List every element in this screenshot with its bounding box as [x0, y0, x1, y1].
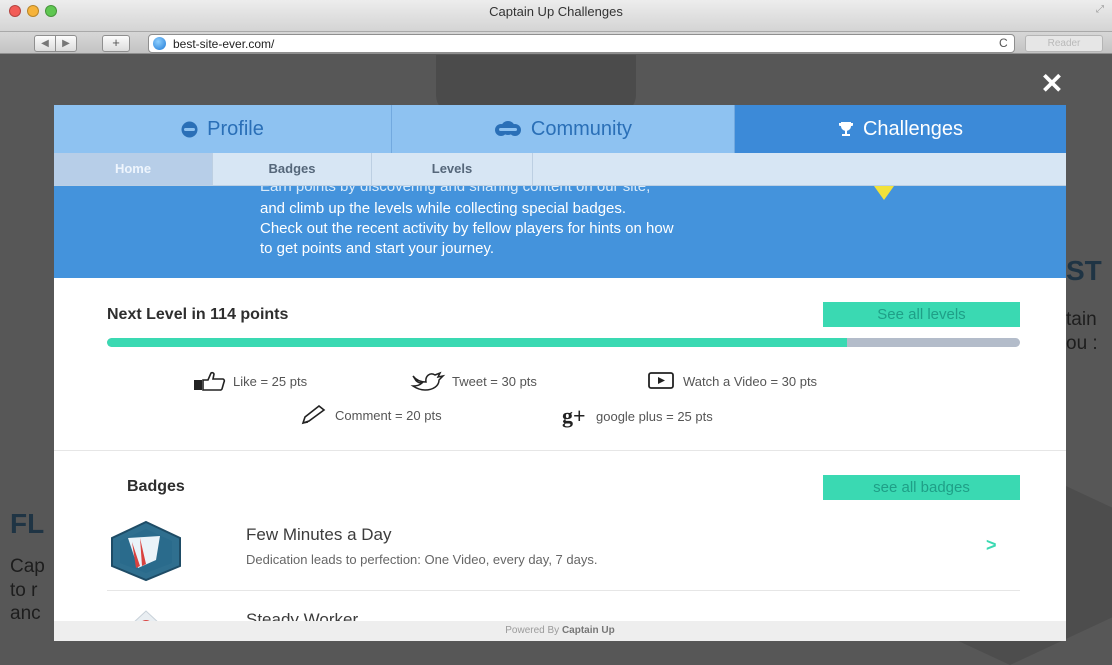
reload-icon[interactable]: C: [999, 36, 1008, 50]
intro-line-2: and climb up the levels while collecting…: [260, 200, 627, 217]
badge-name: Few Minutes a Day: [246, 525, 392, 544]
challenges-modal: Profile Community Challenges Home Badges…: [54, 105, 1066, 641]
fullscreen-icon[interactable]: ⤢: [1096, 4, 1104, 15]
points-video-label: Watch a Video = 30 pts: [683, 373, 818, 389]
points-like-label: Like = 25 pts: [233, 373, 308, 389]
points-comment: Comment = 20 pts: [299, 405, 442, 425]
subtab-badges[interactable]: Badges: [213, 153, 372, 185]
see-all-badges-button[interactable]: see all badges: [823, 475, 1020, 500]
badge-steady-worker-icon: [134, 610, 158, 621]
tab-community[interactable]: Community: [392, 105, 735, 153]
footer-brand[interactable]: Captain Up: [562, 625, 615, 636]
background-text-left-2: to r: [10, 580, 38, 601]
badges-title: Badges: [127, 478, 185, 495]
tab-profile[interactable]: Profile: [54, 105, 392, 153]
next-level-title: Next Level in 114 points: [107, 306, 289, 323]
badge-few-minutes-icon: [111, 520, 181, 582]
google-plus-icon: g+: [562, 403, 586, 428]
forward-button[interactable]: ▶: [55, 35, 77, 52]
points-tweet: Tweet = 30 pts: [410, 371, 537, 391]
chevron-right-icon[interactable]: >: [986, 535, 997, 556]
badge-divider: [107, 590, 1020, 591]
intro-line-1: Earn points by discovering and sharing c…: [260, 186, 651, 195]
pencil-icon: [301, 405, 326, 425]
background-text-right-2: ou :: [1066, 333, 1098, 354]
globe-icon: [153, 37, 166, 50]
reader-button[interactable]: Reader: [1025, 35, 1103, 52]
browser-toolbar: ◀ ▶ + best-site-ever.com/ C Reader: [0, 32, 1112, 54]
subtab-levels[interactable]: Levels: [372, 153, 533, 185]
add-bookmark-button[interactable]: +: [102, 35, 130, 52]
window-title: Captain Up Challenges: [489, 4, 623, 19]
back-button[interactable]: ◀: [34, 35, 56, 52]
section-divider: [54, 450, 1066, 451]
intro-banner: Earn points by discovering and sharing c…: [54, 186, 1066, 278]
background-text-left-3: anc: [10, 603, 41, 624]
trophy-icon: [838, 122, 853, 136]
badge-name: Steady Worker: [246, 610, 359, 621]
window-titlebar: Captain Up Challenges ⤢: [0, 0, 1112, 32]
background-heading-left: FL: [10, 508, 45, 539]
points-google-plus: g+ google plus = 25 pts: [562, 403, 713, 429]
main-tabs: Profile Community Challenges: [54, 105, 1066, 153]
badge-item[interactable]: Few Minutes a Day Dedication leads to pe…: [54, 515, 1066, 590]
profile-icon: [181, 121, 198, 137]
badge-item[interactable]: Steady Worker: [54, 595, 1066, 621]
points-comment-label: Comment = 20 pts: [335, 407, 442, 423]
points-video: Watch a Video = 30 pts: [647, 371, 817, 391]
powered-by-footer: Powered By Captain Up: [54, 621, 1066, 641]
tab-profile-label: Profile: [207, 117, 264, 140]
close-modal-button[interactable]: ✕: [1038, 70, 1066, 98]
background-heading-right: ST: [1066, 255, 1102, 286]
level-progress-fill: [107, 338, 847, 347]
intro-line-4: to get points and start your journey.: [260, 240, 495, 257]
sub-tabs: Home Badges Levels: [54, 153, 1066, 186]
url-text[interactable]: best-site-ever.com/: [173, 37, 274, 51]
play-video-icon: [648, 372, 674, 389]
twitter-bird-icon: [410, 371, 446, 391]
tab-community-label: Community: [530, 117, 633, 140]
subtab-home[interactable]: Home: [54, 153, 213, 185]
intro-line-3: Check out the recent activity by fellow …: [260, 220, 674, 237]
thumbs-up-icon: [194, 371, 226, 391]
tab-challenges-label: Challenges: [862, 117, 964, 140]
flag-icon: [874, 186, 894, 200]
background-text-right-1: tain: [1066, 309, 1097, 330]
level-progress-bar: [107, 338, 1020, 347]
tab-challenges[interactable]: Challenges: [735, 105, 1066, 153]
points-like: Like = 25 pts: [193, 371, 307, 391]
footer-prefix: Powered By: [505, 625, 560, 636]
points-tweet-label: Tweet = 30 pts: [452, 373, 537, 389]
badge-description: Dedication leads to perfection: One Vide…: [246, 552, 598, 567]
points-google-plus-label: google plus = 25 pts: [596, 408, 713, 424]
background-text-left-1: Cap: [10, 556, 45, 577]
community-icon: [494, 121, 521, 136]
see-all-levels-button[interactable]: See all levels: [823, 302, 1020, 327]
address-bar[interactable]: best-site-ever.com/ C: [148, 34, 1015, 53]
